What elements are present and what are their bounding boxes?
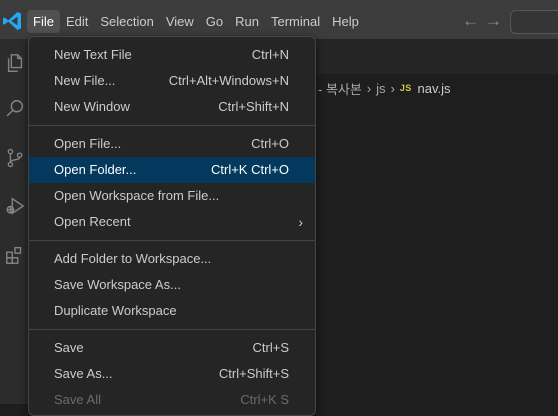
- menu-item-label: Open Workspace from File...: [54, 188, 220, 203]
- menu-item-save-as[interactable]: Save As... Ctrl+Shift+S: [29, 361, 315, 387]
- menu-separator: [29, 240, 315, 241]
- menu-terminal[interactable]: Terminal: [265, 10, 326, 33]
- menu-item-shortcut: Ctrl+K S: [240, 392, 289, 407]
- menu-item-duplicate-workspace[interactable]: Duplicate Workspace: [29, 298, 315, 324]
- menu-item-label: Add Folder to Workspace...: [54, 251, 212, 266]
- explorer-icon[interactable]: [4, 51, 26, 75]
- menu-item-open-workspace-from-file[interactable]: Open Workspace from File...: [29, 183, 315, 209]
- menu-item-shortcut: Ctrl+K Ctrl+O: [210, 162, 289, 177]
- menu-item-save[interactable]: Save Ctrl+S: [29, 335, 315, 361]
- vscode-logo-icon: [3, 12, 21, 30]
- menu-item-new-window[interactable]: New Window Ctrl+Shift+N: [29, 94, 315, 120]
- menu-item-shortcut: Ctrl+Alt+Windows+N: [168, 73, 289, 88]
- chevron-right-icon: ›: [390, 80, 395, 96]
- menu-item-label: Save All: [54, 392, 101, 407]
- menu-item-shortcut: Ctrl+S: [252, 340, 289, 355]
- breadcrumb: - 복사본 › js › JS nav.js: [318, 77, 451, 99]
- menu-item-label: New File...: [54, 73, 116, 88]
- breadcrumb-subfolder[interactable]: js: [376, 81, 385, 96]
- menu-file[interactable]: File: [27, 10, 60, 33]
- menu-item-label: New Window: [54, 99, 130, 114]
- menu-item-open-recent[interactable]: Open Recent ›: [29, 209, 315, 235]
- menu-item-open-file[interactable]: Open File... Ctrl+O: [29, 131, 315, 157]
- menu-item-open-folder[interactable]: Open Folder... Ctrl+K Ctrl+O: [29, 157, 315, 183]
- menu-item-save-all[interactable]: Save All Ctrl+K S: [29, 387, 315, 413]
- menu-item-label: Open File...: [54, 136, 122, 151]
- arrow-right-icon[interactable]: →: [485, 12, 502, 29]
- title-bar: File Edit Selection View Go Run Terminal…: [0, 0, 558, 39]
- menu-item-label: Save As...: [54, 366, 113, 381]
- menu-item-save-workspace-as[interactable]: Save Workspace As...: [29, 272, 315, 298]
- menu-help[interactable]: Help: [326, 10, 365, 33]
- breadcrumb-folder[interactable]: - 복사본: [318, 79, 362, 98]
- menu-item-label: Duplicate Workspace: [54, 303, 177, 318]
- menu-item-label: Save Workspace As...: [54, 277, 181, 292]
- breadcrumb-file[interactable]: nav.js: [418, 81, 451, 96]
- menu-item-new-file[interactable]: New File... Ctrl+Alt+Windows+N: [29, 68, 315, 94]
- source-control-icon[interactable]: [4, 146, 26, 170]
- menu-item-shortcut: Ctrl+O: [251, 136, 289, 151]
- menu-separator: [29, 125, 315, 126]
- menu-item-label: Open Folder...: [54, 162, 137, 177]
- menu-bar: File Edit Selection View Go Run Terminal…: [27, 10, 365, 33]
- command-center-search[interactable]: [510, 10, 558, 34]
- menu-separator: [29, 329, 315, 330]
- menu-item-new-text-file[interactable]: New Text File Ctrl+N: [29, 42, 315, 68]
- menu-run[interactable]: Run: [229, 10, 265, 33]
- menu-edit[interactable]: Edit: [60, 10, 94, 33]
- menu-item-label: Save: [54, 340, 84, 355]
- menu-item-label: New Text File: [54, 47, 132, 62]
- menu-go[interactable]: Go: [200, 10, 229, 33]
- menu-item-shortcut: Ctrl+N: [251, 47, 289, 62]
- menu-item-shortcut: Ctrl+Shift+S: [218, 366, 289, 381]
- menu-view[interactable]: View: [160, 10, 200, 33]
- run-debug-icon[interactable]: [4, 194, 26, 218]
- arrow-left-icon[interactable]: ←: [462, 12, 479, 29]
- js-file-icon: JS: [399, 83, 412, 93]
- search-icon[interactable]: [4, 97, 26, 121]
- menu-item-shortcut: Ctrl+Shift+N: [218, 99, 289, 114]
- activity-bar: [0, 39, 28, 404]
- file-menu-dropdown: New Text File Ctrl+N New File... Ctrl+Al…: [28, 36, 316, 416]
- chevron-right-icon: ›: [298, 214, 303, 230]
- menu-item-label: Open Recent: [54, 214, 131, 229]
- extensions-icon[interactable]: [4, 243, 26, 267]
- chevron-right-icon: ›: [366, 80, 372, 96]
- menu-selection[interactable]: Selection: [94, 10, 159, 33]
- menu-item-add-folder-to-workspace[interactable]: Add Folder to Workspace...: [29, 246, 315, 272]
